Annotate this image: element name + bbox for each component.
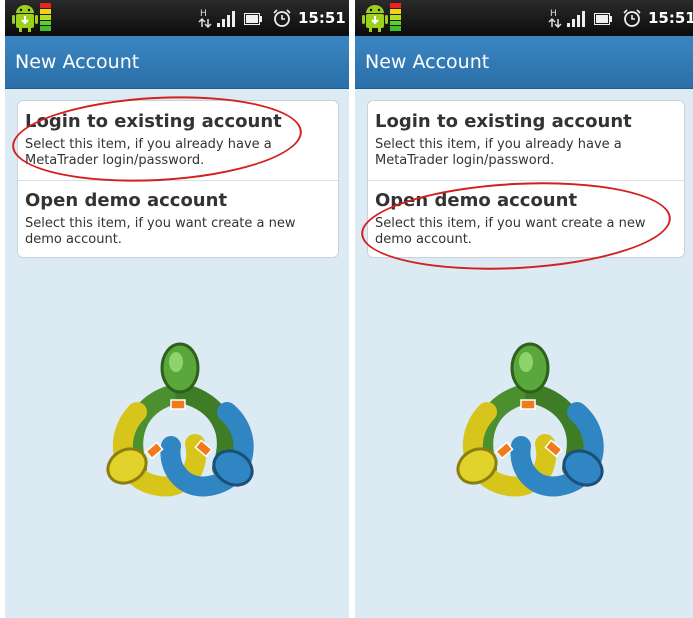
signal-icon (567, 11, 585, 27)
item-description: Select this item, if you already have a … (375, 137, 622, 168)
phone-screen-right: H 15:51 New Account Login to existing ac… (355, 0, 693, 618)
hplus-icon: H (548, 9, 562, 29)
svg-text:H: H (200, 9, 207, 19)
login-existing-account-item[interactable]: Login to existing account Select this it… (368, 101, 684, 181)
metatrader-logo-icon (456, 342, 604, 497)
level-meter-icon (40, 3, 51, 31)
item-title: Login to existing account (375, 111, 632, 132)
item-description: Select this item, if you want create a n… (375, 216, 646, 247)
alarm-icon (623, 9, 641, 27)
open-demo-account-item[interactable]: Open demo account Select this item, if y… (368, 180, 684, 257)
metatrader-logo-icon (106, 342, 254, 497)
android-icon (362, 5, 388, 32)
status-clock: 15:51 (648, 9, 693, 27)
status-bar: H 15:51 (5, 0, 349, 36)
battery-icon (594, 13, 612, 25)
app-bar: New Account (5, 36, 349, 89)
phone-screen-left: H 15:51 New Account Login to existing ac… (5, 0, 349, 618)
svg-text:H: H (550, 9, 557, 19)
account-options-list: Login to existing account Select this it… (367, 100, 685, 258)
battery-icon (244, 13, 262, 25)
status-clock: 15:51 (298, 9, 346, 27)
open-demo-account-item[interactable]: Open demo account Select this item, if y… (18, 180, 338, 257)
item-title: Login to existing account (25, 111, 282, 132)
signal-icon (217, 11, 235, 27)
level-meter-icon (390, 3, 401, 31)
android-icon (12, 5, 38, 32)
item-title: Open demo account (25, 190, 228, 211)
account-options-list: Login to existing account Select this it… (17, 100, 339, 258)
item-description: Select this item, if you want create a n… (25, 216, 296, 247)
page-title: New Account (365, 51, 490, 73)
login-existing-account-item[interactable]: Login to existing account Select this it… (18, 101, 338, 181)
item-title: Open demo account (375, 190, 578, 211)
app-bar: New Account (355, 36, 693, 89)
status-bar: H 15:51 (355, 0, 693, 36)
page-title: New Account (15, 51, 140, 73)
alarm-icon (273, 9, 291, 27)
hplus-icon: H (198, 9, 212, 29)
item-description: Select this item, if you already have a … (25, 137, 272, 168)
